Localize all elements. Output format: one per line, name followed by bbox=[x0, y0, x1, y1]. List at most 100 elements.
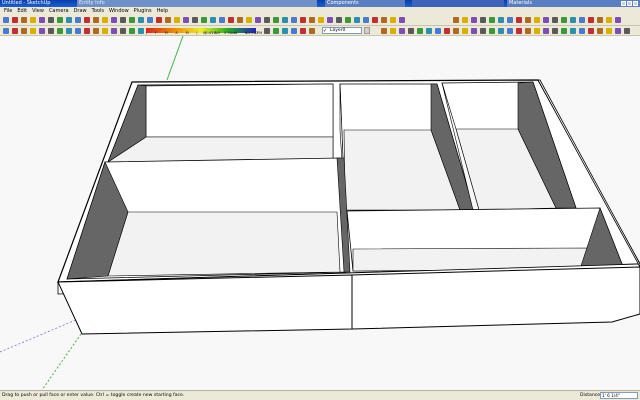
zoom-tool-icon[interactable] bbox=[210, 17, 216, 23]
rectangle-tool-icon[interactable] bbox=[48, 17, 54, 23]
menu-window[interactable]: Window bbox=[107, 7, 132, 15]
select-tool-icon[interactable] bbox=[606, 17, 612, 23]
menu-draw[interactable]: Draw bbox=[72, 7, 90, 15]
push-pull-tool-icon[interactable] bbox=[93, 17, 99, 23]
freehand-tool-icon[interactable] bbox=[534, 28, 540, 34]
walk-tool-icon[interactable] bbox=[264, 17, 270, 23]
tape-tool-icon[interactable] bbox=[462, 17, 468, 23]
pan-tool-icon[interactable] bbox=[201, 17, 207, 23]
maximize-icon[interactable] bbox=[627, 1, 632, 6]
polygon-tool-icon[interactable] bbox=[66, 17, 72, 23]
rotate-tool-icon[interactable] bbox=[561, 28, 567, 34]
eraser-tool-icon[interactable] bbox=[12, 28, 18, 34]
move-tool-icon[interactable] bbox=[363, 17, 369, 23]
tape-tool-icon[interactable] bbox=[138, 28, 144, 34]
menu-view[interactable]: View bbox=[30, 7, 47, 15]
polygon-tool-icon[interactable] bbox=[66, 28, 72, 34]
measurements-box[interactable]: 1' 6 1/4" bbox=[600, 392, 638, 399]
polygon-tool-icon[interactable] bbox=[345, 17, 351, 23]
polygon-tool-icon[interactable] bbox=[525, 28, 531, 34]
model-viewport[interactable] bbox=[0, 36, 640, 390]
move-tool-icon[interactable] bbox=[84, 28, 90, 34]
zoom-extents-tool-icon[interactable] bbox=[552, 17, 558, 23]
arc-tool-icon[interactable] bbox=[498, 28, 504, 34]
freehand-tool-icon[interactable] bbox=[75, 28, 81, 34]
section-tool-icon[interactable] bbox=[507, 17, 513, 23]
circle-tool-icon[interactable] bbox=[336, 17, 342, 23]
pan-tool-icon[interactable] bbox=[381, 28, 387, 34]
push-pull-tool-icon[interactable] bbox=[372, 17, 378, 23]
axes-tool-icon[interactable] bbox=[174, 17, 180, 23]
front-wall-right[interactable] bbox=[351, 266, 640, 330]
menu-camera[interactable]: Camera bbox=[47, 7, 72, 15]
rotate-tool-icon[interactable] bbox=[381, 17, 387, 23]
menu-plugins[interactable]: Plugins bbox=[132, 7, 155, 15]
compartment-back-face[interactable] bbox=[145, 83, 334, 138]
offset-tool-icon[interactable] bbox=[129, 17, 135, 23]
rectangle-tool-icon[interactable] bbox=[507, 28, 513, 34]
rectangle-tool-icon[interactable] bbox=[48, 28, 54, 34]
walk-tool-icon[interactable] bbox=[444, 28, 450, 34]
paint-tool-icon[interactable] bbox=[300, 17, 306, 23]
text-tool-icon[interactable] bbox=[282, 28, 288, 34]
menu-tools[interactable]: Tools bbox=[90, 7, 107, 15]
zoom-window-tool-icon[interactable] bbox=[219, 17, 225, 23]
position-camera-tool-icon[interactable] bbox=[435, 28, 441, 34]
eraser-tool-icon[interactable] bbox=[12, 17, 18, 23]
scale-tool-icon[interactable] bbox=[120, 17, 126, 23]
dimension-tool-icon[interactable] bbox=[471, 17, 477, 23]
components-tab[interactable]: Components bbox=[325, 0, 405, 7]
previous-tool-icon[interactable] bbox=[561, 17, 567, 23]
push-pull-tool-icon[interactable] bbox=[93, 28, 99, 34]
select-tool-icon[interactable] bbox=[282, 17, 288, 23]
dimension-tool-icon[interactable] bbox=[606, 28, 612, 34]
circle-tool-icon[interactable] bbox=[57, 17, 63, 23]
walk-tool-icon[interactable] bbox=[588, 17, 594, 23]
text-tool-icon[interactable] bbox=[624, 28, 630, 34]
freehand-tool-icon[interactable] bbox=[75, 17, 81, 23]
look-around-tool-icon[interactable] bbox=[453, 28, 459, 34]
next-tool-icon[interactable] bbox=[426, 28, 432, 34]
paint-tool-icon[interactable] bbox=[21, 28, 27, 34]
menu-edit[interactable]: Edit bbox=[15, 7, 30, 15]
next-tool-icon[interactable] bbox=[246, 17, 252, 23]
position-camera-tool-icon[interactable] bbox=[255, 17, 261, 23]
minimize-icon[interactable] bbox=[621, 1, 626, 6]
close-icon[interactable] bbox=[633, 1, 638, 6]
select-tool-icon[interactable] bbox=[3, 17, 9, 23]
rectangle-tool-icon[interactable] bbox=[327, 17, 333, 23]
scale-tool-icon[interactable] bbox=[579, 28, 585, 34]
front-wall-left[interactable] bbox=[57, 274, 353, 335]
scale-tool-icon[interactable] bbox=[399, 17, 405, 23]
eraser-tool-icon[interactable] bbox=[291, 17, 297, 23]
offset-tool-icon[interactable] bbox=[588, 28, 594, 34]
protractor-tool-icon[interactable] bbox=[273, 28, 279, 34]
tape-tool-icon[interactable] bbox=[138, 17, 144, 23]
move-tool-icon[interactable] bbox=[543, 28, 549, 34]
compartment-floor[interactable] bbox=[106, 136, 334, 163]
line-tool-icon[interactable] bbox=[30, 28, 36, 34]
offset-tool-icon[interactable] bbox=[453, 17, 459, 23]
follow-me-tool-icon[interactable] bbox=[111, 28, 117, 34]
orbit-tool-icon[interactable] bbox=[192, 17, 198, 23]
eraser-tool-icon[interactable] bbox=[471, 28, 477, 34]
tape-tool-icon[interactable] bbox=[597, 28, 603, 34]
offset-tool-icon[interactable] bbox=[129, 28, 135, 34]
eraser-tool-icon[interactable] bbox=[615, 17, 621, 23]
zoom-extents-tool-icon[interactable] bbox=[228, 17, 234, 23]
orbit-tool-icon[interactable] bbox=[309, 28, 315, 34]
axes-tool-icon[interactable] bbox=[291, 28, 297, 34]
chevron-down-icon[interactable] bbox=[364, 27, 370, 34]
circle-tool-icon[interactable] bbox=[57, 28, 63, 34]
menu-help[interactable]: Help bbox=[155, 7, 171, 15]
protractor-tool-icon[interactable] bbox=[615, 28, 621, 34]
text-tool-icon[interactable] bbox=[165, 17, 171, 23]
look-around-tool-icon[interactable] bbox=[597, 17, 603, 23]
zoom-window-tool-icon[interactable] bbox=[399, 28, 405, 34]
line-tool-icon[interactable] bbox=[30, 17, 36, 23]
push-pull-tool-icon[interactable] bbox=[552, 28, 558, 34]
section-tool-icon[interactable] bbox=[183, 17, 189, 23]
select-tool-icon[interactable] bbox=[3, 28, 9, 34]
freehand-tool-icon[interactable] bbox=[354, 17, 360, 23]
select-tool-icon[interactable] bbox=[462, 28, 468, 34]
